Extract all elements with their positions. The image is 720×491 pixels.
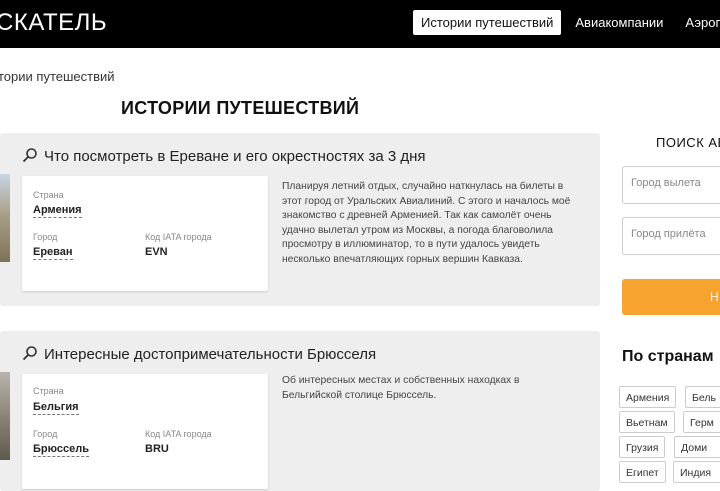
arrival-city-field[interactable] bbox=[622, 217, 720, 255]
city-value[interactable]: Брюссель bbox=[33, 443, 89, 457]
nav-item-airports[interactable]: Аэроп bbox=[677, 10, 720, 35]
flight-search-title: ПОИСК АВ bbox=[656, 135, 720, 150]
country-tag-georgia[interactable]: Грузия bbox=[619, 436, 666, 458]
story-title-row[interactable]: Что посмотреть в Ереване и его окрестнос… bbox=[22, 147, 426, 167]
story-thumbnail[interactable] bbox=[0, 372, 10, 460]
departure-city-input[interactable] bbox=[631, 177, 720, 189]
top-navbar: СКАТЕЛЬ Истории путешествий Авиакомпании… bbox=[0, 0, 720, 48]
iata-label: Код IATA города bbox=[145, 232, 212, 242]
page-title: ИСТОРИИ ПУТЕШЕСТВИЙ bbox=[121, 98, 360, 118]
country-label: Страна bbox=[33, 190, 64, 200]
arrival-city-input[interactable] bbox=[631, 228, 720, 240]
search-icon bbox=[22, 147, 38, 167]
breadcrumb[interactable]: тории путешествий bbox=[0, 69, 115, 84]
iata-value: BRU bbox=[145, 443, 169, 455]
countries-title: По странам bbox=[622, 348, 714, 365]
city-value[interactable]: Ереван bbox=[33, 246, 73, 260]
story-card: Интересные достопримечательности Брюссел… bbox=[0, 331, 600, 491]
search-button[interactable]: Н bbox=[622, 279, 720, 315]
country-tag-armenia[interactable]: Армения bbox=[619, 386, 677, 408]
departure-city-field[interactable] bbox=[622, 166, 720, 204]
country-tag-belgium[interactable]: Бель bbox=[685, 386, 720, 408]
country-value[interactable]: Армения bbox=[33, 204, 82, 218]
country-label: Страна bbox=[33, 386, 64, 396]
story-title[interactable]: Что посмотреть в Ереване и его окрестнос… bbox=[44, 148, 426, 165]
story-card: Что посмотреть в Ереване и его окрестнос… bbox=[0, 133, 600, 306]
iata-value: EVN bbox=[145, 246, 168, 258]
country-tag-vietnam[interactable]: Вьетнам bbox=[619, 411, 675, 433]
story-description: Планируя летний отдых, случайно наткнула… bbox=[282, 181, 571, 265]
story-info-card: Страна Армения Город Ереван Код IATA гор… bbox=[22, 176, 268, 291]
nav-item-airlines[interactable]: Авиакомпании bbox=[567, 10, 671, 35]
city-label: Город bbox=[33, 429, 58, 439]
story-title-row[interactable]: Интересные достопримечательности Брюссел… bbox=[22, 345, 376, 365]
country-value[interactable]: Бельгия bbox=[33, 401, 79, 415]
country-tag-germany[interactable]: Герм bbox=[683, 411, 720, 433]
site-logo[interactable]: СКАТЕЛЬ bbox=[0, 9, 107, 37]
country-tag-dominican[interactable]: Доми bbox=[674, 436, 720, 458]
story-title[interactable]: Интересные достопримечательности Брюссел… bbox=[44, 346, 376, 363]
city-label: Город bbox=[33, 232, 58, 242]
story-description: Об интересных местах и собственных наход… bbox=[282, 375, 520, 401]
nav-item-travel-stories[interactable]: Истории путешествий bbox=[413, 10, 562, 35]
story-info-card: Страна Бельгия Город Брюссель Код IATA г… bbox=[22, 374, 268, 489]
story-thumbnail[interactable] bbox=[0, 174, 10, 262]
search-icon bbox=[22, 345, 38, 365]
iata-label: Код IATA города bbox=[145, 429, 212, 439]
main-nav: Истории путешествий Авиакомпании Аэроп bbox=[413, 10, 720, 35]
